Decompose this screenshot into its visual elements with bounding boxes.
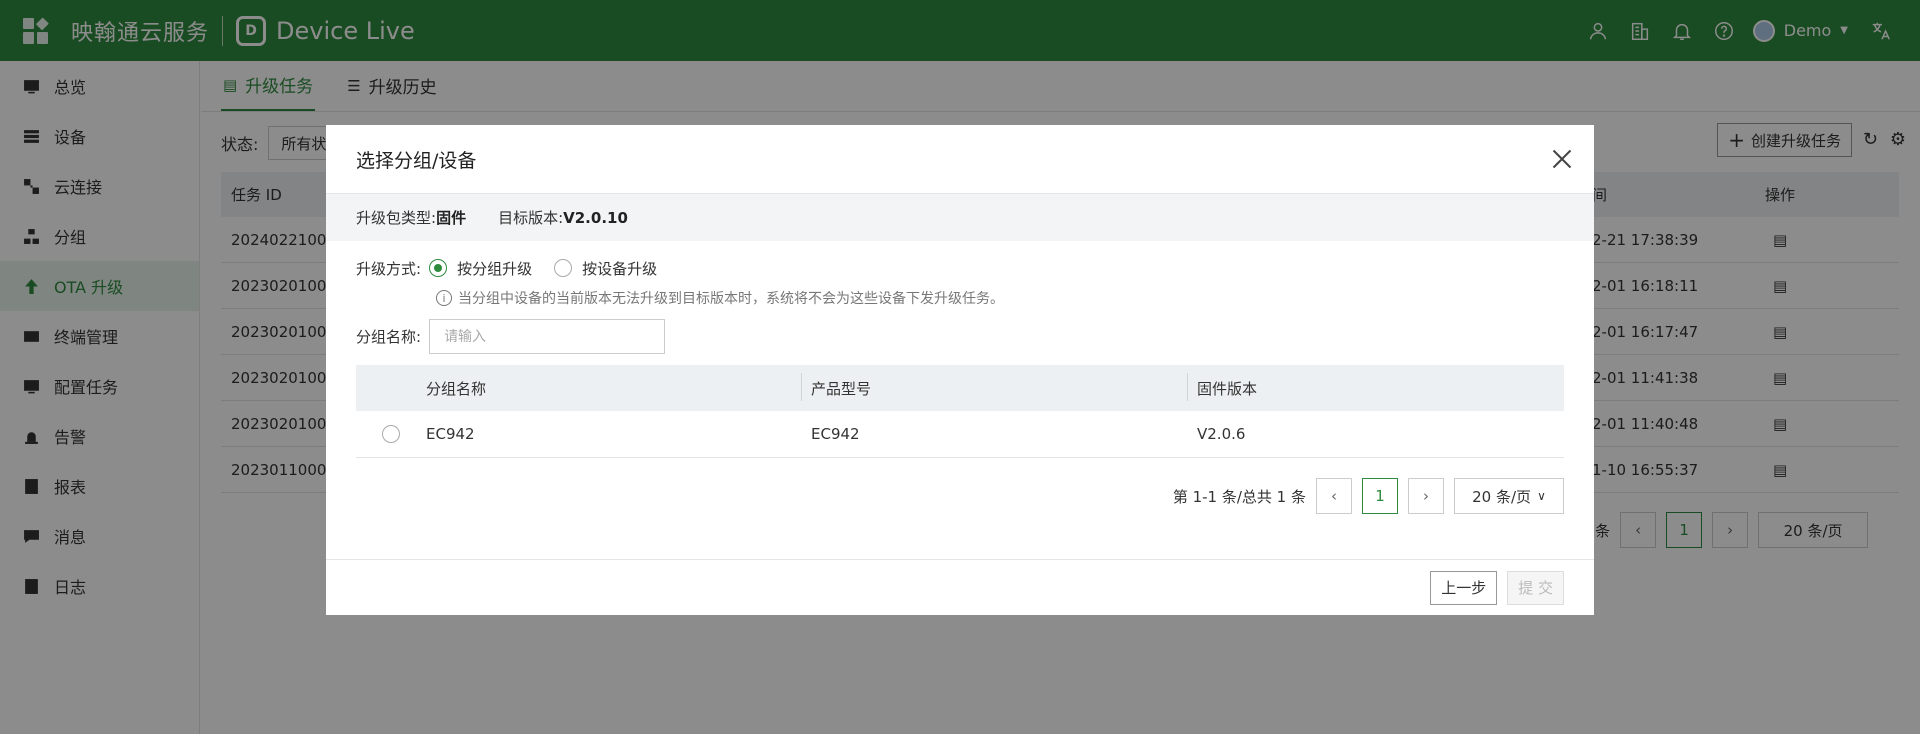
page-number-button[interactable]: 1 — [1362, 478, 1398, 514]
next-page-button[interactable]: › — [1408, 478, 1444, 514]
dialog-footer: 上一步 提 交 — [326, 559, 1594, 615]
upgrade-by-group-radio[interactable]: 按分组升级 — [429, 258, 532, 279]
group-table: 分组名称 产品型号 固件版本 EC942 EC942 V2.0.6 — [356, 365, 1564, 458]
group-name-cell: EC942 — [426, 425, 475, 443]
column-header-group-name: 分组名称 — [426, 379, 487, 398]
radio-label: 按设备升级 — [582, 259, 658, 278]
group-name-label: 分组名称: — [356, 328, 422, 346]
prev-page-button[interactable]: ‹ — [1316, 478, 1352, 514]
table-row[interactable]: EC942 EC942 V2.0.6 — [356, 411, 1564, 458]
hint-text: 当分组中设备的当前版本无法升级到目标版本时，系统将不会为这些设备下发升级任务。 — [458, 291, 1004, 307]
row-select-radio[interactable] — [382, 425, 400, 443]
product-model-cell: EC942 — [811, 425, 860, 443]
select-group-device-dialog: 选择分组/设备 升级包类型: 固件 目标版本: V2.0.10 升级方式: 按分… — [326, 125, 1594, 615]
previous-step-button[interactable]: 上一步 — [1430, 570, 1498, 605]
close-icon[interactable] — [1550, 147, 1574, 171]
package-type-value: 固件 — [436, 209, 467, 227]
firmware-version-cell: V2.0.6 — [1197, 425, 1246, 443]
table-header: 分组名称 产品型号 固件版本 — [356, 365, 1564, 411]
page-size-label: 20 条/页 — [1472, 487, 1532, 506]
submit-button[interactable]: 提 交 — [1507, 570, 1564, 605]
radio-unselected-icon[interactable] — [554, 259, 573, 277]
chevron-down-icon: ∨ — [1537, 489, 1546, 503]
dialog-header: 选择分组/设备 — [326, 125, 1594, 194]
upgrade-by-device-radio[interactable]: 按设备升级 — [554, 258, 657, 279]
upgrade-mode-label: 升级方式: — [356, 259, 422, 278]
column-header-product-model: 产品型号 — [801, 372, 1187, 401]
column-header-firmware-version: 固件版本 — [1187, 372, 1564, 401]
page-size-select[interactable]: 20 条/页 ∨ — [1454, 478, 1564, 514]
group-name-row: 分组名称: — [356, 319, 1564, 354]
pager-summary: 第 1-1 条/总共 1 条 — [1172, 487, 1306, 506]
target-version-label: 目标版本: — [498, 209, 564, 227]
upgrade-hint: i 当分组中设备的当前版本无法升级到目标版本时，系统将不会为这些设备下发升级任务… — [436, 288, 1564, 308]
radio-selected-icon[interactable] — [429, 259, 448, 277]
radio-label: 按分组升级 — [457, 259, 533, 278]
info-icon: i — [436, 290, 452, 306]
dialog-pagination: 第 1-1 条/总共 1 条 ‹ 1 › 20 条/页 ∨ — [356, 478, 1564, 514]
package-info-bar: 升级包类型: 固件 目标版本: V2.0.10 — [326, 194, 1594, 241]
dialog-title: 选择分组/设备 — [356, 149, 477, 172]
group-name-input[interactable] — [429, 319, 666, 354]
target-version-value: V2.0.10 — [563, 208, 628, 227]
upgrade-mode-row: 升级方式: 按分组升级 按设备升级 — [356, 256, 1564, 280]
package-type-label: 升级包类型: — [356, 209, 437, 227]
